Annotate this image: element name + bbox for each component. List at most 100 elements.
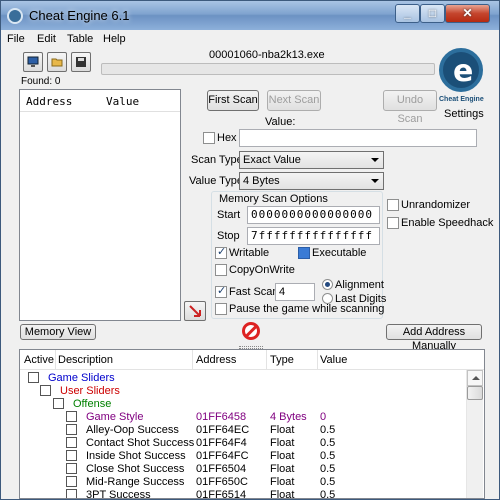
red-arrow-icon [189,305,201,317]
col-address[interactable]: Address [196,354,236,366]
vertical-scrollbar[interactable] [466,370,483,498]
fast-scan-checkbox[interactable] [215,284,227,298]
stop-label: Stop [217,230,240,242]
row-type: Float [270,463,295,475]
add-address-manually-button[interactable]: Add Address Manually [386,324,482,352]
executable-checkbox[interactable] [298,247,310,259]
row-type: Float [270,437,295,449]
stop-icon[interactable] [242,322,260,340]
value-label: Value: [265,116,296,128]
save-button[interactable] [71,52,91,72]
speedhack-checkbox[interactable] [387,217,399,229]
row-active-checkbox[interactable] [28,372,39,383]
select-process-button[interactable] [23,52,43,72]
row-value: 0.5 [320,476,336,488]
row-active-checkbox[interactable] [66,476,77,487]
table-row[interactable]: Contact Shot Success 01FF64F4 Float 0.5 [20,437,466,450]
menu-file[interactable]: File [7,33,25,45]
column-divider[interactable] [266,350,267,370]
executable-label: Executable [312,247,367,259]
scan-type-select[interactable]: Exact Value [239,151,384,169]
next-scan-button[interactable]: Next Scan [267,90,321,111]
pause-game-label: Pause the game while scanning [229,303,385,315]
memory-view-button[interactable]: Memory View [20,324,96,340]
table-row[interactable]: Close Shot Success 01FF6504 Float 0.5 [20,463,466,476]
found-results-list[interactable]: Address Value [19,89,181,321]
row-active-checkbox[interactable] [53,398,64,409]
table-row[interactable]: Mid-Range Success 01FF650C Float 0.5 [20,476,466,489]
results-col-value[interactable]: Value [106,95,139,108]
open-file-button[interactable] [47,52,67,72]
row-active-checkbox[interactable] [66,463,77,474]
cheat-engine-logo[interactable]: e [439,48,483,92]
process-name: 00001060-nba2k13.exe [209,49,325,61]
memory-scan-options-title: Memory Scan Options [217,193,330,205]
pause-game-checkbox[interactable] [215,303,227,315]
menu-bar: File Edit Table Help [1,30,499,48]
row-type: Float [270,450,295,462]
row-address: 01FF650C [196,476,248,488]
undo-scan-button[interactable]: Undo Scan [383,90,437,125]
row-description: Mid-Range Success [86,476,185,488]
hex-label: Hex [217,132,237,144]
row-active-checkbox[interactable] [66,450,77,461]
title-bar[interactable]: Cheat Engine 6.1 _ □ ✕ [1,1,499,30]
column-divider[interactable] [317,350,318,370]
copyonwrite-checkbox[interactable] [215,264,227,276]
col-value[interactable]: Value [320,354,347,366]
row-value: 0.5 [320,437,336,449]
start-address-input[interactable]: 0000000000000000 [247,206,380,224]
scroll-up-icon[interactable] [467,370,483,386]
maximize-button[interactable]: □ [420,4,445,23]
col-type[interactable]: Type [270,354,294,366]
row-address: 01FF64FC [196,450,249,462]
scroll-thumb[interactable] [467,386,483,400]
row-description: User Sliders [60,385,120,397]
table-row[interactable]: User Sliders [20,385,466,398]
first-scan-button[interactable]: First Scan [207,90,259,111]
table-row[interactable]: Inside Shot Success 01FF64FC Float 0.5 [20,450,466,463]
row-active-checkbox[interactable] [66,411,77,422]
table-row[interactable]: Alley-Oop Success 01FF64EC Float 0.5 [20,424,466,437]
writable-checkbox[interactable] [215,245,227,259]
row-description: Inside Shot Success [86,450,186,462]
menu-help[interactable]: Help [103,33,126,45]
hex-checkbox[interactable] [203,132,215,144]
row-value: 0.5 [320,424,336,436]
table-row[interactable]: Offense [20,398,466,411]
alignment-radio[interactable] [322,279,333,290]
stop-address-input[interactable]: 7fffffffffffffff [247,227,380,245]
pointer-scan-button[interactable] [184,301,206,321]
row-active-checkbox[interactable] [66,489,77,498]
value-type-select[interactable]: 4 Bytes [239,172,384,190]
column-divider[interactable] [55,350,56,370]
menu-edit[interactable]: Edit [37,33,56,45]
minimize-button[interactable]: _ [395,4,420,23]
col-active[interactable]: Active [24,354,54,366]
row-description: Contact Shot Success [86,437,195,449]
value-input[interactable] [239,129,477,147]
settings-link[interactable]: Settings [444,108,484,120]
row-active-checkbox[interactable] [40,385,51,396]
fast-scan-input[interactable]: 4 [275,283,315,301]
col-description[interactable]: Description [58,354,113,366]
table-row[interactable]: Game Style 01FF6458 4 Bytes 0 [20,411,466,424]
row-active-checkbox[interactable] [66,437,77,448]
close-button[interactable]: ✕ [445,4,490,23]
row-active-checkbox[interactable] [66,424,77,435]
row-address: 01FF6458 [196,411,247,423]
unrandomizer-checkbox[interactable] [387,199,399,211]
logo-text: Cheat Engine [439,96,484,103]
cheat-engine-app-icon[interactable] [7,8,23,24]
row-address: 01FF6504 [196,463,247,475]
address-table[interactable]: Active Description Address Type Value Ga… [19,349,485,499]
row-description: Close Shot Success [86,463,185,475]
results-col-address[interactable]: Address [26,95,72,108]
computer-icon [27,56,39,67]
table-row[interactable]: Game Sliders [20,372,466,385]
table-row[interactable]: 3PT Success 01FF6514 Float 0.5 [20,489,466,498]
column-divider[interactable] [192,350,193,370]
menu-table[interactable]: Table [67,33,93,45]
row-type: 4 Bytes [270,411,307,423]
row-description: Game Style [86,411,144,423]
